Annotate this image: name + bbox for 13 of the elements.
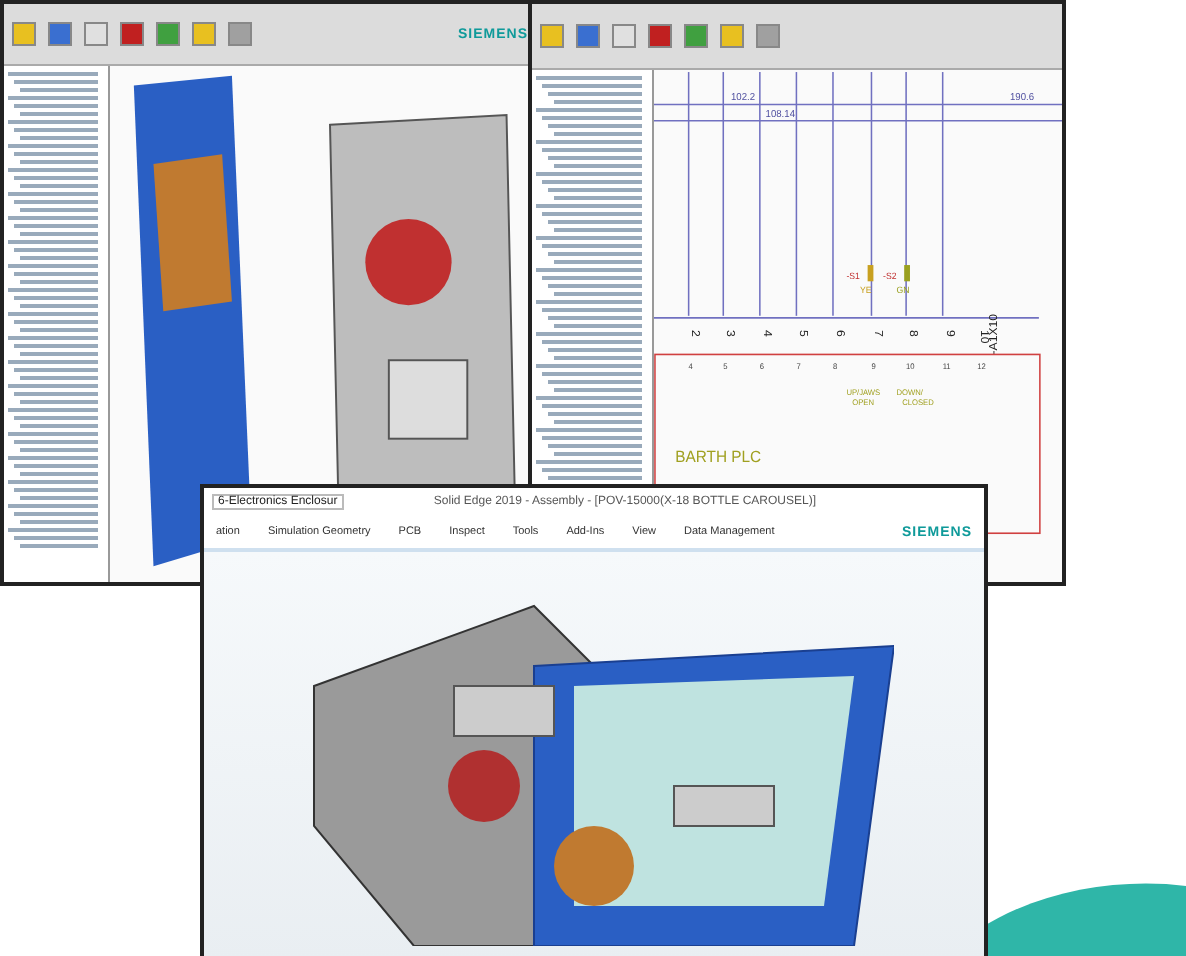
toolbar-icon[interactable] <box>756 24 780 48</box>
toolbar-icon[interactable] <box>120 22 144 46</box>
plc-title: BARTH PLC <box>675 447 762 467</box>
toolbar-icon[interactable] <box>540 24 564 48</box>
toolbar-icon[interactable] <box>84 22 108 46</box>
toolbar-icon[interactable] <box>12 22 36 46</box>
toolbar-icon[interactable] <box>648 24 672 48</box>
toolbar-icon[interactable] <box>612 24 636 48</box>
toolbar-icon[interactable] <box>192 22 216 46</box>
toolbar-icon[interactable] <box>228 22 252 46</box>
toolbar-icon[interactable] <box>48 22 72 46</box>
toolbar-icon[interactable] <box>720 24 744 48</box>
toolbar-icon[interactable] <box>576 24 600 48</box>
